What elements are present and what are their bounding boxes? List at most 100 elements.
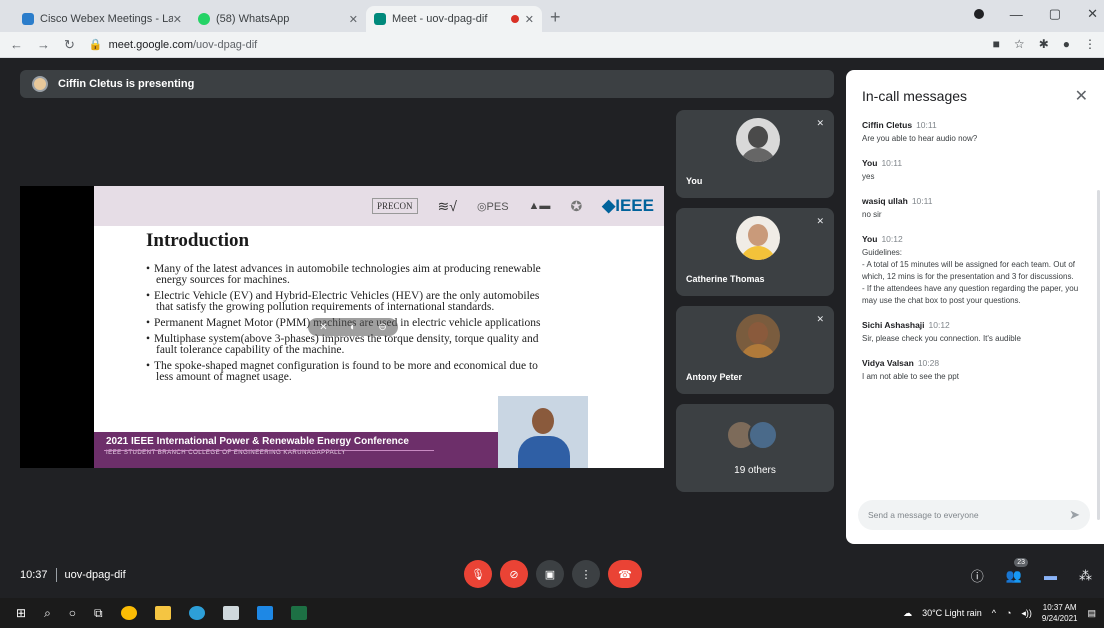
tab-meet[interactable]: Meet - uov-dpag-dif ✕ [366,6,542,32]
notifications-icon[interactable]: ▤ [1087,608,1096,619]
activities-icon[interactable]: ⁂ [1079,568,1092,584]
avatar [736,314,780,358]
webex-favicon-icon [22,13,34,25]
message-sender: Vidya Valsan [862,358,914,368]
chat-title: In-call messages [862,88,968,104]
weather-text[interactable]: 30°C Light rain [922,608,982,618]
mic-off-icon[interactable]: ✕ [319,322,327,333]
present-screen-button[interactable]: ▣ [536,560,564,588]
slide-bullet: The spoke-shaped magnet configuration is… [146,360,546,383]
file-explorer-icon[interactable] [154,606,171,620]
tab-close-icon[interactable]: ✕ [349,13,358,26]
stop-icon[interactable]: ⊖ [378,322,386,333]
search-icon[interactable]: ⌕ [44,606,51,621]
back-icon[interactable]: ← [10,37,23,53]
mic-toggle-button[interactable]: 🎙 [464,560,492,588]
participant-name: Catherine Thomas [686,274,765,284]
volume-icon[interactable]: ◂)) [1021,608,1032,619]
task-view-icon[interactable]: ⧉ [94,606,103,621]
camera-toggle-button[interactable]: ⊘ [500,560,528,588]
whatsapp-favicon-icon [198,13,210,25]
participant-name: You [686,176,703,186]
participant-tile-others[interactable]: 19 others [676,404,834,492]
meeting-time: 10:37 [20,569,48,581]
chat-header: In-call messages ✕ [846,70,1104,114]
chat-panel: In-call messages ✕ Ciffin Cletus 10:11 Ar… [846,70,1104,544]
url-field[interactable]: 🔒 meet.google.com /uov-dpag-dif [89,38,258,52]
reload-icon[interactable]: ↻ [64,37,75,53]
tab-close-icon[interactable]: ✕ [173,13,182,26]
presenting-banner: Ciffin Cletus is presenting [20,70,834,98]
new-tab-button[interactable]: + [550,7,561,28]
camera-indicator-icon[interactable]: ■ [993,37,1000,51]
cortana-icon[interactable]: ○ [69,606,76,620]
url-path: /uov-dpag-dif [193,38,258,51]
address-bar: ← → ↻ 🔒 meet.google.com /uov-dpag-dif ■ … [0,32,1104,58]
meet-favicon-icon [374,13,386,25]
slide-title: Introduction [146,230,250,251]
participant-name: Antony Peter [686,372,743,382]
meet-main: Ciffin Cletus is presenting PRECON ≋√ ◎P… [0,58,1104,598]
windows-start-icon[interactable]: ⊞ [16,606,26,620]
close-window-icon[interactable]: ✕ [1087,6,1098,22]
tab-whatsapp[interactable]: (58) WhatsApp ✕ [190,6,366,32]
tab-webex[interactable]: Cisco Webex Meetings - Landing ✕ [14,6,190,32]
avatar [736,118,780,162]
chat-input[interactable]: Send a message to everyone ➤ [858,500,1090,530]
tray-overflow-icon[interactable]: ^ [992,608,996,618]
profile-dot-icon[interactable] [973,9,984,19]
participant-tile-antony[interactable]: ✕ Antony Peter [676,306,834,394]
extensions-icon[interactable]: ✱ [1039,37,1049,51]
leave-call-button[interactable]: ☎ [608,560,642,588]
tab-close-icon[interactable]: ✕ [525,13,534,26]
excel-app-icon[interactable] [290,606,307,620]
maximize-icon[interactable]: ▢ [1049,6,1061,22]
chrome-app-icon[interactable] [120,606,137,620]
more-options-button[interactable]: ⋮ [572,560,600,588]
edge-app-icon[interactable] [188,606,205,620]
message-time: 10:28 [917,358,940,368]
volume-icon[interactable]: ◐ [350,322,356,333]
chat-message: You 10:11 yes [862,158,1084,183]
url-host: meet.google.com [108,38,193,51]
mic-muted-icon: ✕ [816,314,824,324]
bookmark-star-icon[interactable]: ☆ [1014,37,1025,51]
notepad-app-icon[interactable] [222,606,239,620]
tab-title: Cisco Webex Meetings - Landing [40,13,173,25]
slide-bullet: Many of the latest advances in automobil… [146,263,546,286]
message-text: yes [862,172,875,181]
meeting-details-icon[interactable]: ⓘ [971,566,984,585]
presenter-camera-inset [498,396,588,468]
presenting-text: Ciffin Cletus is presenting [58,78,195,90]
slide-bullet: Electric Vehicle (EV) and Hybrid-Electri… [146,290,546,313]
mic-muted-icon: ✕ [816,118,824,128]
chat-message-list: Ciffin Cletus 10:11 Are you able to hear … [862,120,1084,500]
mic-muted-icon: ✕ [816,216,824,226]
participant-tile-catherine[interactable]: ✕ Catherine Thomas [676,208,834,296]
precon-logo: PRECON [372,198,418,214]
forward-icon[interactable]: → [37,37,50,53]
minimize-icon[interactable]: — [1010,7,1023,22]
presenter-overlay-controls[interactable]: ✕ ◐ ⊖ [308,318,398,336]
taskbar-clock[interactable]: 10:37 AM 9/24/2021 [1042,602,1078,624]
message-sender: You [862,234,878,244]
message-time: 10:11 [916,120,937,130]
presenter-head [532,408,554,434]
store-app-icon[interactable] [256,606,273,620]
meeting-info: 10:37 uov-dpag-dif [20,568,126,582]
participant-tile-you[interactable]: ✕ You [676,110,834,198]
send-icon[interactable]: ➤ [1069,507,1080,523]
clock-time: 10:37 AM [1042,603,1077,612]
message-text: Guidelines: - A total of 15 minutes will… [862,248,1079,305]
people-button[interactable]: 👥 23 [1006,557,1028,584]
window-controls: — ▢ ✕ [973,6,1098,22]
participant-count-badge: 23 [1014,557,1028,567]
ieee-logo: ◆IEEE [602,196,654,215]
profile-icon[interactable]: ● [1063,37,1070,51]
menu-kebab-icon[interactable]: ⋮ [1084,37,1096,51]
network-icon[interactable]: ◔ [1006,608,1011,618]
recording-dot-icon [510,15,519,23]
close-icon[interactable]: ✕ [1075,86,1088,106]
chat-scrollbar[interactable] [1097,190,1100,520]
chat-icon[interactable]: ▬ [1044,568,1057,583]
